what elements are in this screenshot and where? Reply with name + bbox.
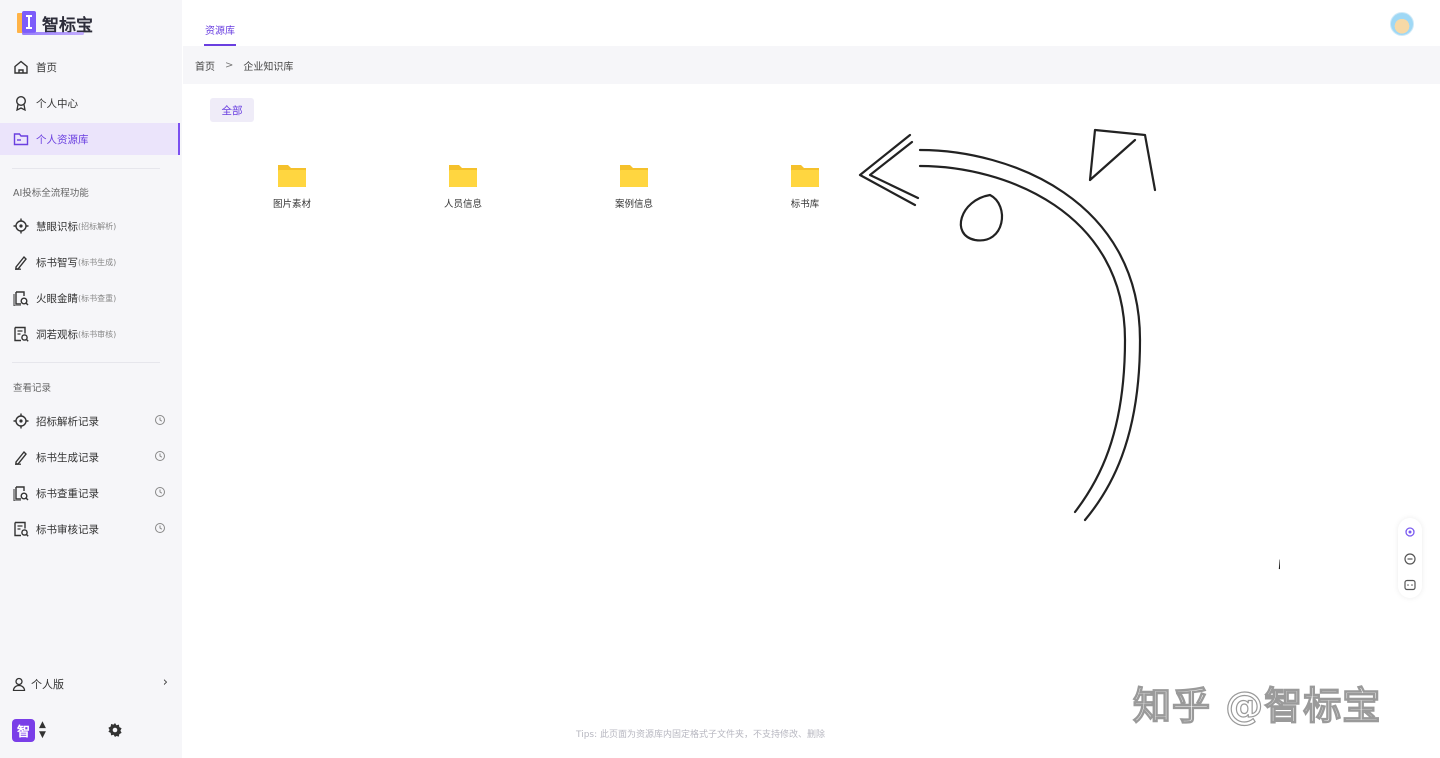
avatar[interactable] <box>1390 12 1414 36</box>
sidebar-item-label: 标书审核记录 <box>36 523 99 536</box>
sidebar-item-label: 标书生成记录 <box>36 451 99 464</box>
folder-name: 案例信息 <box>614 199 653 210</box>
pen-icon <box>12 448 30 466</box>
sidebar-item-bid-review[interactable]: 洞若观标 (标书审核) <box>0 318 180 350</box>
tab-bar: 资源库 <box>183 0 1440 46</box>
annotation-doodle: 智识库 <box>858 128 1280 570</box>
home-icon <box>12 58 30 76</box>
sidebar-item-analysis-records[interactable]: 招标解析记录 <box>0 405 180 437</box>
folder-icon <box>12 130 30 148</box>
sidebar-item-label: 首页 <box>36 61 57 74</box>
tab-resource-library[interactable]: 资源库 <box>205 22 235 37</box>
crosshair-icon <box>12 412 30 430</box>
sidebar-item-bid-writing[interactable]: 标书智写 (标书生成) <box>0 246 180 278</box>
sidebar-item-label: 洞若观标 <box>36 328 78 341</box>
support-icon[interactable] <box>1404 524 1416 537</box>
workspace-badge[interactable]: 智 <box>12 719 35 742</box>
chevron-right-icon: › <box>162 675 168 690</box>
sidebar-item-home[interactable]: 首页 <box>0 51 180 83</box>
gear-icon[interactable] <box>107 722 123 742</box>
crosshair-icon <box>12 217 30 235</box>
sidebar-item-sublabel: (标书审核) <box>78 329 117 339</box>
sidebar-item-label: 标书智写 <box>36 256 78 269</box>
breadcrumb: 首页 > 企业知识库 <box>183 46 1440 84</box>
doc-search-icon <box>12 289 30 307</box>
history-icon[interactable] <box>154 486 166 501</box>
switch-updown-icon[interactable]: ▲ ▼ <box>39 720 46 740</box>
history-icon[interactable] <box>154 522 166 537</box>
sidebar-item-label: 个人中心 <box>36 97 78 110</box>
sidebar-item-duplicate-records[interactable]: 标书查重记录 <box>0 477 180 509</box>
sidebar-item-label: 标书查重记录 <box>36 487 99 500</box>
sidebar-item-review-records[interactable]: 标书审核记录 <box>0 513 180 545</box>
pen-icon <box>12 253 30 271</box>
plan-selector[interactable]: 个人版 › <box>12 673 172 695</box>
filter-all-button[interactable]: 全部 <box>210 98 254 122</box>
breadcrumb-home[interactable]: 首页 <box>195 58 215 73</box>
history-icon[interactable] <box>154 414 166 429</box>
doc-review-icon <box>12 520 30 538</box>
sidebar-divider <box>12 168 160 169</box>
sidebar-item-sublabel: (招标解析) <box>78 221 117 231</box>
sidebar-footer: 智 ▲ ▼ <box>12 719 172 743</box>
sidebar: 智标宝 首页 个人中心 个人资源库 AI投标全流程功能 慧眼识标 (招标解析) … <box>0 0 182 758</box>
sidebar-item-label: 招标解析记录 <box>36 415 99 428</box>
tips-text: Tips: 此页面为资源库内固定格式子文件夹，不支持修改、删除 <box>576 730 826 740</box>
feedback-icon[interactable] <box>1404 550 1416 565</box>
folder-name: 图片素材 <box>272 199 311 210</box>
folder-item[interactable]: 图片素材 <box>252 162 332 222</box>
doc-search-icon <box>12 484 30 502</box>
sidebar-item-bid-analysis[interactable]: 慧眼识标 (招标解析) <box>0 210 180 242</box>
folder-icon <box>277 162 307 188</box>
sidebar-item-generation-records[interactable]: 标书生成记录 <box>0 441 180 473</box>
sidebar-divider <box>12 362 160 363</box>
breadcrumb-separator: > <box>225 59 234 71</box>
watermark: 知乎 @智标宝 <box>1132 683 1382 728</box>
sidebar-item-sublabel: (标书生成) <box>78 257 117 267</box>
sidebar-item-personal-center[interactable]: 个人中心 <box>0 87 180 119</box>
app-window: 智标宝 首页 个人中心 个人资源库 AI投标全流程功能 慧眼识标 (招标解析) … <box>0 0 1440 758</box>
folder-name: 标书库 <box>790 199 820 210</box>
section-title-records: 查看记录 <box>13 383 52 394</box>
annotation-text: 智识库 <box>1268 380 1280 570</box>
floating-toolbar <box>1398 518 1422 598</box>
folder-icon <box>448 162 478 188</box>
section-title-ai: AI投标全流程功能 <box>13 188 89 199</box>
history-icon[interactable] <box>154 450 166 465</box>
chat-icon[interactable] <box>1404 576 1416 591</box>
folder-name: 人员信息 <box>443 199 482 210</box>
folder-item[interactable]: 案例信息 <box>594 162 674 222</box>
sidebar-item-label: 个人资源库 <box>36 133 89 146</box>
user-icon <box>12 677 26 691</box>
sidebar-item-sublabel: (标书查重) <box>78 293 117 303</box>
folder-icon <box>790 162 820 188</box>
badge-icon <box>12 94 30 112</box>
folder-item[interactable]: 标书库 <box>765 162 845 222</box>
breadcrumb-current: 企业知识库 <box>243 61 294 73</box>
sidebar-item-resource-library[interactable]: 个人资源库 <box>0 123 180 155</box>
folder-icon <box>619 162 649 188</box>
sidebar-item-label: 火眼金睛 <box>36 292 78 305</box>
doc-review-icon <box>12 325 30 343</box>
sidebar-item-duplicate-check[interactable]: 火眼金睛 (标书查重) <box>0 282 180 314</box>
plan-label: 个人版 <box>31 678 64 691</box>
sidebar-item-label: 慧眼识标 <box>36 220 78 233</box>
logo-underline <box>22 32 84 35</box>
folder-item[interactable]: 人员信息 <box>423 162 503 222</box>
